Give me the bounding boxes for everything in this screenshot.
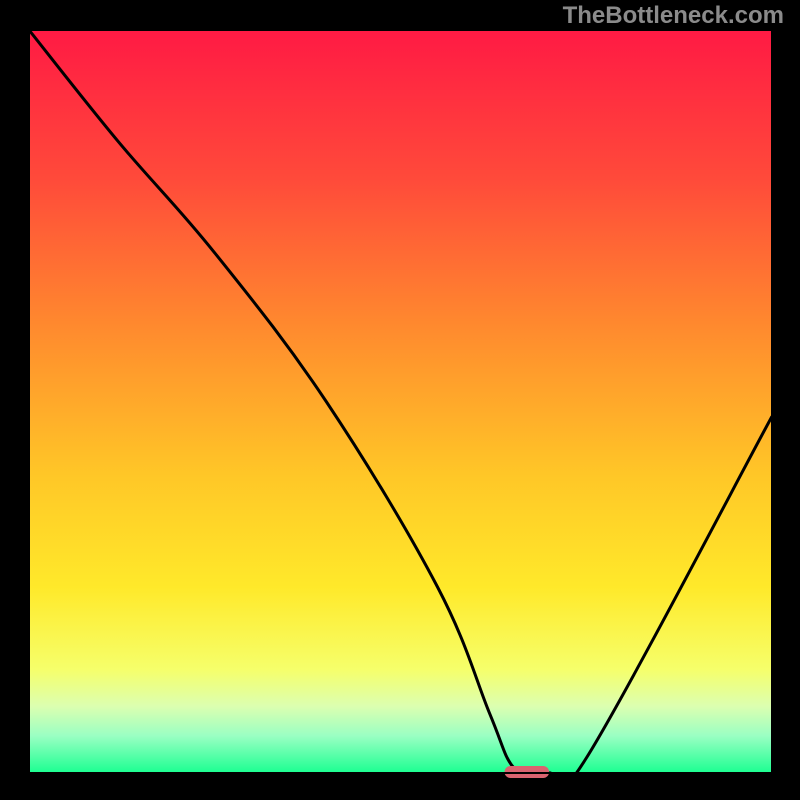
bottleneck-chart bbox=[0, 0, 800, 800]
plot-background bbox=[29, 30, 772, 773]
watermark-text: TheBottleneck.com bbox=[563, 2, 784, 30]
chart-frame: TheBottleneck.com bbox=[0, 0, 800, 800]
